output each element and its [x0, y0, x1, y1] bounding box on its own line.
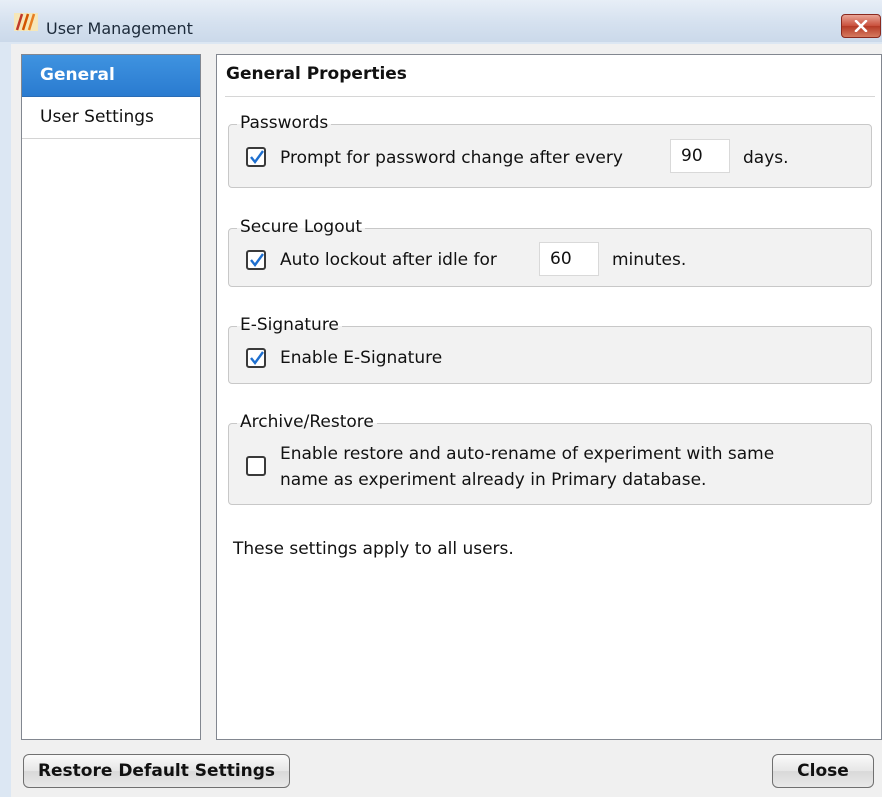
- checkmark-icon: [250, 351, 264, 365]
- secure-logout-group: Secure Logout Auto lockout after idle fo…: [228, 215, 872, 287]
- close-window-button[interactable]: [841, 14, 881, 38]
- general-properties-panel: General Properties Passwords Prompt for …: [216, 54, 882, 740]
- dialog-body: General Settings User Settings General P…: [11, 44, 882, 797]
- group-legend: Passwords: [237, 111, 332, 135]
- settings-note: These settings apply to all users.: [233, 539, 514, 559]
- group-legend: Secure Logout: [237, 215, 366, 239]
- window-title: User Management: [46, 19, 193, 38]
- archive-restore-group: Archive/Restore Enable restore and auto-…: [228, 410, 872, 505]
- unit-label: minutes.: [612, 250, 687, 270]
- checkbox-label-line2: name as experiment already in Primary da…: [280, 470, 707, 490]
- checkbox-label: Prompt for password change after every: [280, 148, 623, 168]
- sidebar-item-user-settings[interactable]: User Settings: [22, 97, 200, 139]
- idle-minutes-input[interactable]: [539, 242, 599, 276]
- sidebar-item-label: User Settings: [40, 107, 154, 127]
- checkbox-label: Auto lockout after idle for: [280, 250, 497, 270]
- esignature-group: E-Signature Enable E-Signature: [228, 313, 872, 384]
- checkbox-label: Enable E-Signature: [280, 348, 443, 368]
- settings-sidebar: General Settings User Settings: [21, 54, 201, 740]
- checkbox-label-line1: Enable restore and auto-rename of experi…: [280, 444, 775, 464]
- auto-lockout-checkbox[interactable]: [246, 250, 266, 270]
- divider: [225, 96, 875, 97]
- user-management-window: User Management General Settings User Se…: [0, 0, 882, 797]
- checkmark-icon: [250, 253, 264, 267]
- checkmark-icon: [250, 150, 264, 164]
- restore-default-settings-button[interactable]: Restore Default Settings: [23, 754, 290, 788]
- group-legend: Archive/Restore: [237, 410, 377, 434]
- passwords-group: Passwords Prompt for password change aft…: [228, 111, 872, 188]
- password-days-input[interactable]: [670, 139, 730, 173]
- esignature-checkbox[interactable]: [246, 348, 266, 368]
- close-button[interactable]: Close: [772, 754, 874, 788]
- password-change-checkbox[interactable]: [246, 147, 266, 167]
- sidebar-item-general-settings[interactable]: General Settings: [22, 55, 200, 125]
- close-icon: [854, 20, 868, 32]
- group-legend: E-Signature: [237, 313, 342, 337]
- panel-title: General Properties: [226, 64, 407, 84]
- title-bar[interactable]: User Management: [0, 0, 882, 42]
- app-logo-icon: [14, 13, 38, 31]
- archive-restore-checkbox[interactable]: [246, 456, 266, 476]
- unit-label: days.: [743, 148, 789, 168]
